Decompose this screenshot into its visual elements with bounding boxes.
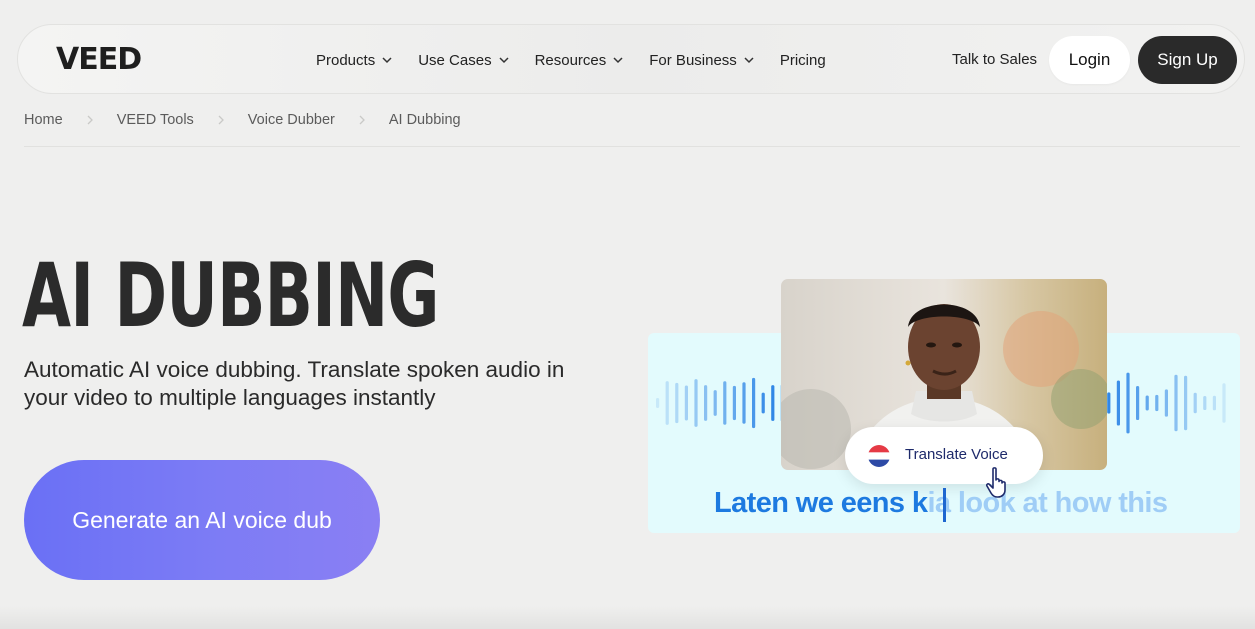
menu-products[interactable]: Products	[316, 52, 394, 69]
waveform-bar	[1203, 395, 1207, 411]
waveform-bar	[1212, 395, 1216, 411]
caption-caret	[943, 488, 946, 522]
waveform-bar	[761, 392, 765, 414]
waveform-bar	[771, 385, 775, 421]
main-menu: Products Use Cases Resources For Busines…	[316, 25, 850, 95]
generate-dub-button[interactable]: Generate an AI voice dub	[24, 460, 380, 580]
waveform-bar	[1107, 392, 1111, 414]
waveform-bar	[1126, 372, 1130, 434]
menu-for-business[interactable]: For Business	[649, 52, 756, 69]
signup-button[interactable]: Sign Up	[1138, 36, 1237, 84]
breadcrumb-veed-tools[interactable]: VEED Tools	[117, 112, 194, 128]
translate-voice-label: Translate Voice	[905, 446, 1008, 463]
chevron-down-icon	[382, 57, 392, 64]
menu-resources[interactable]: Resources	[535, 52, 626, 69]
waveform-bar	[752, 377, 756, 429]
chevron-down-icon	[499, 57, 509, 64]
waveform-bar	[656, 398, 660, 408]
chevron-right-icon	[218, 115, 224, 125]
menu-pricing-label: Pricing	[779, 51, 826, 69]
breadcrumb-divider	[24, 146, 1240, 147]
waveform-bar	[1164, 389, 1168, 417]
waveform-bar	[1184, 375, 1188, 431]
menu-pricing[interactable]: Pricing	[780, 52, 826, 69]
waveform-bar	[1222, 383, 1226, 423]
chevron-down-icon	[744, 57, 754, 64]
dubbed-caption: Laten we eens kia look at how this	[714, 484, 1168, 522]
hand-pointer-icon	[985, 467, 1006, 498]
waveform-bar	[713, 390, 717, 416]
caption-spoken-text: Laten we eens k	[714, 487, 928, 519]
waveform-bar	[694, 379, 698, 427]
breadcrumb: Home VEED Tools Voice Dubber AI Dubbing	[24, 108, 461, 132]
waveform-bar	[1155, 394, 1159, 412]
waveform-bar	[723, 381, 727, 425]
waveform-bar	[675, 382, 679, 424]
page-subtitle: Automatic AI voice dubbing. Translate sp…	[24, 357, 565, 410]
top-navigation: VEED Products Use Cases Resources For Bu…	[17, 24, 1245, 94]
page-title: AI DUBBING	[22, 244, 439, 347]
breadcrumb-home[interactable]: Home	[24, 112, 63, 128]
veed-logo[interactable]: VEED	[56, 42, 142, 78]
menu-use-cases[interactable]: Use Cases	[418, 52, 510, 69]
menu-for-business-label: For Business	[649, 51, 737, 69]
waveform-bar	[1193, 392, 1197, 414]
login-button[interactable]: Login	[1049, 36, 1130, 84]
waveform-bar	[1136, 385, 1140, 421]
waveform-bar	[684, 385, 688, 421]
caption-pending-text: ia look at how this	[927, 487, 1168, 519]
waveform-bar	[742, 382, 746, 424]
menu-products-label: Products	[316, 51, 376, 69]
chevron-right-icon	[87, 115, 93, 125]
talk-to-sales-link[interactable]: Talk to Sales	[952, 25, 1037, 95]
chevron-right-icon	[359, 115, 365, 125]
breadcrumb-voice-dubber[interactable]: Voice Dubber	[248, 112, 335, 128]
waveform-bar	[1174, 374, 1178, 432]
menu-resources-label: Resources	[534, 51, 607, 69]
waveform-bar	[1116, 380, 1120, 426]
netherlands-flag-icon	[868, 445, 890, 467]
waveform-bar	[704, 385, 708, 421]
waveform-bar	[732, 385, 736, 421]
chevron-down-icon	[613, 57, 623, 64]
waveform-bar	[665, 381, 669, 425]
menu-use-cases-label: Use Cases	[418, 51, 492, 69]
breadcrumb-ai-dubbing: AI Dubbing	[388, 112, 461, 128]
waveform-bar	[1145, 395, 1149, 411]
bottom-fade	[0, 606, 1255, 629]
